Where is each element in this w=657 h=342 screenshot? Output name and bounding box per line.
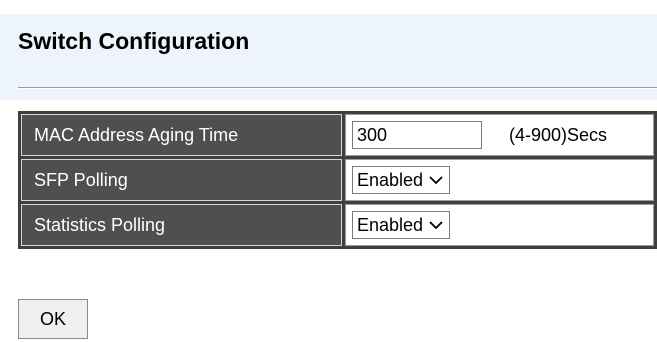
statistics-polling-select[interactable]: Enabled: [352, 211, 451, 239]
table-row: Statistics Polling Enabled: [21, 204, 654, 246]
mac-aging-value-cell: (4-900)Secs: [345, 114, 654, 156]
mac-aging-unit: (4-900)Secs: [509, 124, 608, 145]
statistics-polling-label: Statistics Polling: [21, 204, 342, 246]
sfp-polling-label: SFP Polling: [21, 159, 342, 201]
page-title: Switch Configuration: [18, 28, 250, 54]
sfp-polling-value-cell: Enabled: [345, 159, 654, 201]
mac-aging-time-input[interactable]: [352, 121, 482, 149]
table-row: MAC Address Aging Time (4-900)Secs: [21, 114, 654, 156]
ok-button[interactable]: OK: [18, 299, 88, 339]
sfp-polling-selected: Enabled: [357, 169, 424, 190]
statistics-polling-value-cell: Enabled: [345, 204, 654, 246]
statistics-polling-selected: Enabled: [357, 214, 424, 235]
title-divider: [18, 87, 657, 89]
mac-aging-label: MAC Address Aging Time: [21, 114, 342, 156]
chevron-down-icon: [429, 221, 443, 230]
chevron-down-icon: [429, 176, 443, 185]
sfp-polling-select[interactable]: Enabled: [352, 166, 451, 194]
switch-config-page: Switch Configuration MAC Address Aging T…: [0, 0, 657, 342]
config-table: MAC Address Aging Time (4-900)Secs SFP P…: [18, 111, 657, 249]
table-row: SFP Polling Enabled: [21, 159, 654, 201]
